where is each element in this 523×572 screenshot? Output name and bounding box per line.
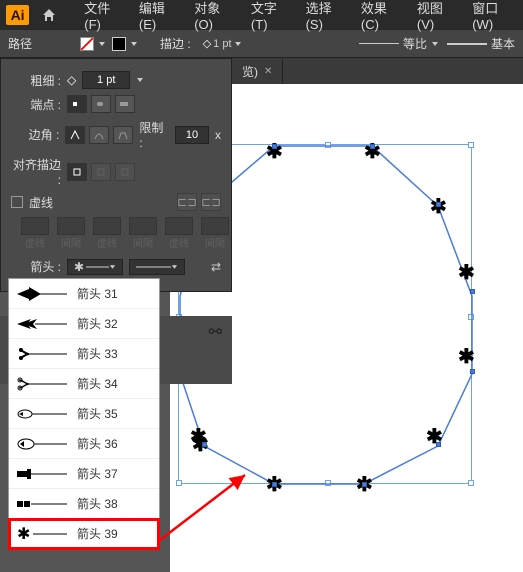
miter-limit-input[interactable] bbox=[175, 126, 209, 144]
chevron-down-icon[interactable] bbox=[130, 40, 138, 48]
fill-swatch[interactable] bbox=[80, 37, 94, 51]
menu-edit[interactable]: 编辑(E) bbox=[139, 0, 180, 32]
option-label: 箭头 34 bbox=[77, 375, 118, 392]
option-label: 箭头 35 bbox=[77, 405, 118, 422]
svg-text:✱: ✱ bbox=[74, 262, 84, 272]
anchor-point[interactable] bbox=[272, 482, 277, 487]
chevron-down-icon bbox=[431, 40, 439, 48]
miter-limit-label: 限制 : bbox=[139, 119, 169, 150]
gap-field bbox=[129, 217, 157, 235]
join-miter-button[interactable] bbox=[65, 126, 85, 144]
cap-butt-button[interactable] bbox=[67, 95, 87, 113]
star-arrowhead: ✱ bbox=[458, 344, 475, 369]
arrowhead-option-32[interactable]: 箭头 32 bbox=[9, 309, 159, 339]
anchor-point[interactable] bbox=[470, 369, 475, 374]
menu-file[interactable]: 文件(F) bbox=[84, 0, 125, 32]
anchor-point[interactable] bbox=[202, 442, 207, 447]
weight-label: 粗细 : bbox=[11, 72, 61, 89]
arrowhead-option-38[interactable]: 箭头 38 bbox=[9, 489, 159, 519]
gap-field bbox=[57, 217, 85, 235]
chevron-down-icon[interactable] bbox=[98, 40, 106, 48]
basic-label: 基本 bbox=[491, 35, 515, 52]
join-bevel-button[interactable] bbox=[113, 126, 133, 144]
cap-projecting-button[interactable] bbox=[115, 95, 135, 113]
arrowhead-option-37[interactable]: 箭头 37 bbox=[9, 459, 159, 489]
menu-view[interactable]: 视图(V) bbox=[417, 0, 458, 32]
stroke-label: 描边 : bbox=[160, 35, 191, 52]
annotation-arrow bbox=[155, 470, 255, 550]
stroke-panel: 粗细 : ◇ 端点 : 边角 : 限制 : x 对齐描边 : bbox=[0, 58, 232, 292]
arrowhead-label: 箭头 : bbox=[11, 258, 61, 275]
arrowhead-option-33[interactable]: 箭头 33 bbox=[9, 339, 159, 369]
dash-field bbox=[165, 217, 193, 235]
arrowhead-option-34[interactable]: 箭头 34 bbox=[9, 369, 159, 399]
join-label: 边角 : bbox=[11, 126, 59, 143]
dashed-label: 虚线 bbox=[29, 194, 53, 211]
profile-dropdown[interactable]: 等比 bbox=[359, 35, 439, 52]
arrowhead-option-31[interactable]: 箭头 31 bbox=[9, 279, 159, 309]
chevron-down-icon[interactable] bbox=[136, 76, 144, 84]
dashed-line-checkbox[interactable]: 虚线 bbox=[11, 194, 53, 211]
option-label: 箭头 36 bbox=[77, 435, 118, 452]
tab-label: 览) bbox=[242, 63, 258, 80]
svg-text:✱: ✱ bbox=[17, 527, 30, 541]
stroke-weight-value: 1 pt bbox=[213, 38, 231, 50]
menu-window[interactable]: 窗口(W) bbox=[472, 0, 517, 32]
star-arrowhead: ✱ bbox=[364, 139, 381, 164]
option-label: 箭头 39 bbox=[77, 525, 118, 542]
dash-field bbox=[93, 217, 121, 235]
anchor-point[interactable] bbox=[436, 442, 441, 447]
align-stroke-label: 对齐描边 : bbox=[11, 156, 61, 187]
dash-align-button: ⊏⊐ bbox=[177, 193, 197, 211]
arrowhead-option-39[interactable]: ✱ 箭头 39 bbox=[9, 519, 159, 549]
document-tab[interactable]: 览) ✕ bbox=[232, 59, 283, 84]
menu-object[interactable]: 对象(O) bbox=[194, 0, 237, 32]
anchor-point[interactable] bbox=[436, 202, 441, 207]
cap-round-button[interactable] bbox=[91, 95, 111, 113]
align-outside-button bbox=[115, 163, 135, 181]
option-label: 箭头 31 bbox=[77, 285, 118, 302]
option-label: 箭头 38 bbox=[77, 495, 118, 512]
weight-input[interactable] bbox=[82, 71, 130, 89]
star-arrowhead: ✱ bbox=[266, 139, 283, 164]
option-label: 箭头 33 bbox=[77, 345, 118, 362]
caps-label: 端点 : bbox=[11, 96, 61, 113]
ratio-label: 等比 bbox=[403, 35, 427, 52]
titlebar: Ai 文件(F) 编辑(E) 对象(O) 文字(T) 选择(S) 效果(C) 视… bbox=[0, 0, 523, 30]
arrowhead-option-35[interactable]: 箭头 35 bbox=[9, 399, 159, 429]
close-icon[interactable]: ✕ bbox=[264, 66, 272, 77]
option-label: 箭头 32 bbox=[77, 315, 118, 332]
anchor-point[interactable] bbox=[470, 289, 475, 294]
anchor-point[interactable] bbox=[362, 482, 367, 487]
arrowhead-option-36[interactable]: 箭头 36 bbox=[9, 429, 159, 459]
selection-type-label: 路径 bbox=[8, 35, 32, 52]
menu-select[interactable]: 选择(S) bbox=[306, 0, 347, 32]
arrowhead-start-dropdown[interactable]: ✱ bbox=[67, 259, 123, 275]
arrowhead-dropdown-menu: 箭头 31 箭头 32 箭头 33 箭头 34 箭头 35 箭头 36 箭头 3… bbox=[8, 278, 160, 550]
brush-dropdown[interactable]: 基本 bbox=[447, 35, 515, 52]
control-bar: 路径 描边 : ◇ 1 pt 等比 基本 bbox=[0, 30, 523, 58]
menu-effect[interactable]: 效果(C) bbox=[361, 0, 403, 32]
dash-field bbox=[21, 217, 49, 235]
dash-align-corner-button: ⊏⊐ bbox=[201, 193, 221, 211]
menu-type[interactable]: 文字(T) bbox=[251, 0, 292, 32]
limit-unit: x bbox=[215, 128, 221, 142]
stroke-swatch[interactable] bbox=[112, 37, 126, 51]
app-logo: Ai bbox=[6, 5, 29, 25]
home-icon[interactable] bbox=[37, 3, 60, 27]
arrowhead-end-dropdown[interactable] bbox=[129, 259, 185, 275]
stroke-weight-dropdown[interactable]: ◇ 1 pt bbox=[199, 36, 246, 51]
align-inside-button bbox=[91, 163, 111, 181]
align-center-button[interactable] bbox=[67, 163, 87, 181]
gap-field bbox=[201, 217, 229, 235]
star-arrowhead: ✱ bbox=[458, 260, 475, 285]
swap-arrowheads-icon[interactable]: ⇄ bbox=[211, 260, 221, 274]
anchor-point[interactable] bbox=[370, 144, 375, 149]
tab-bar: 览) ✕ bbox=[232, 58, 523, 84]
join-round-button[interactable] bbox=[89, 126, 109, 144]
menu-bar: 文件(F) 编辑(E) 对象(O) 文字(T) 选择(S) 效果(C) 视图(V… bbox=[84, 0, 517, 32]
option-label: 箭头 37 bbox=[77, 465, 118, 482]
anchor-point[interactable] bbox=[272, 144, 277, 149]
link-icon[interactable]: ⚯ bbox=[209, 322, 222, 342]
